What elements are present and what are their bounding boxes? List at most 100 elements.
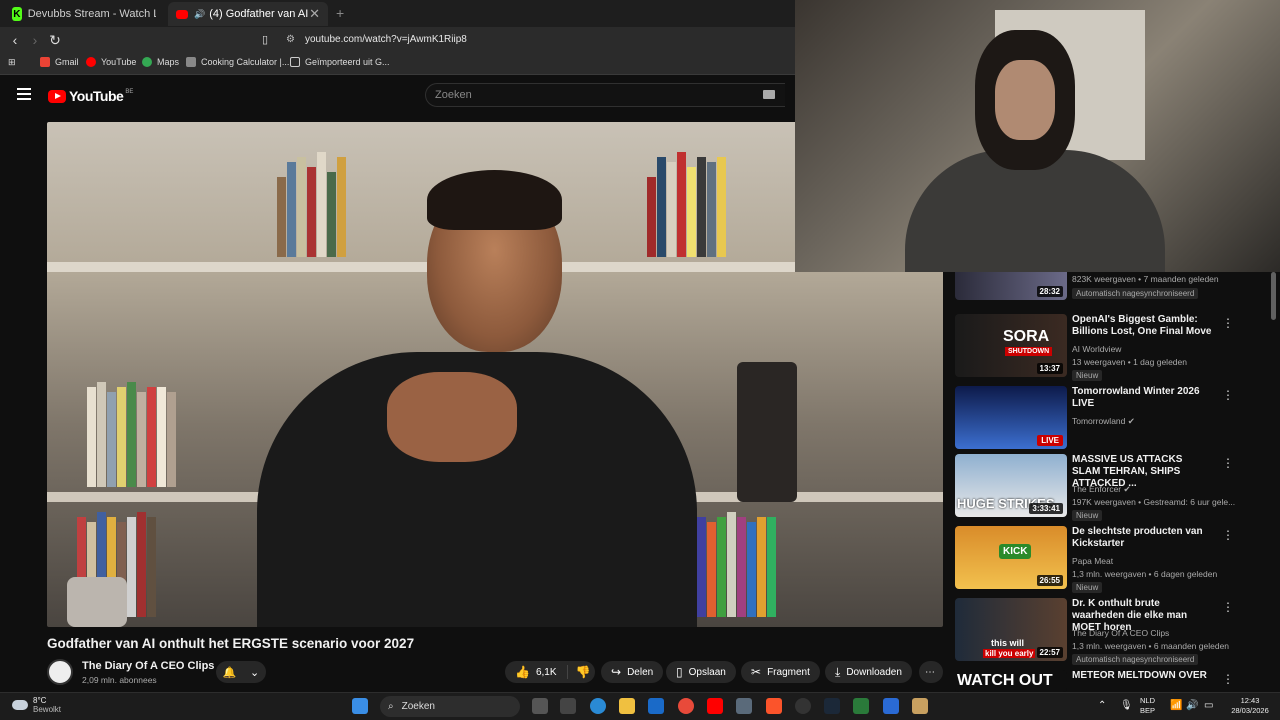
video-title[interactable]: METEOR MELTDOWN OVER bbox=[1072, 670, 1212, 682]
search-icon: ⌕ bbox=[388, 701, 394, 712]
microphone-icon[interactable]: 🎙 bbox=[1120, 701, 1133, 711]
channel-name[interactable]: Tomorrowland ✔ bbox=[1072, 416, 1135, 427]
youtube-icon bbox=[86, 57, 96, 67]
kick-favicon-icon: K bbox=[12, 7, 22, 21]
close-tab-icon[interactable]: ✕ bbox=[309, 6, 320, 22]
site-info-icon[interactable]: ⚙ bbox=[286, 34, 295, 45]
brave-icon[interactable] bbox=[766, 698, 782, 714]
more-options-icon[interactable]: ⋮ bbox=[1222, 456, 1234, 470]
video-thumbnail[interactable]: HUGE STRIKES 3:33:41 bbox=[955, 454, 1067, 517]
new-tab-button[interactable]: + bbox=[336, 5, 344, 21]
list-item[interactable]: HUGE STRIKES 3:33:41 MASSIVE US ATTACKS … bbox=[955, 454, 1255, 521]
video-title[interactable]: OpenAI's Biggest Gamble: Billions Lost, … bbox=[1072, 314, 1212, 338]
forward-icon[interactable]: › bbox=[26, 31, 44, 49]
save-button[interactable]: ▯ Opslaan bbox=[666, 661, 736, 683]
auto-dubbed-badge: Automatisch nagesynchroniseerd bbox=[1072, 288, 1199, 299]
more-options-icon[interactable]: ⋮ bbox=[1222, 600, 1234, 614]
channel-name[interactable]: The Enforcer ✔ bbox=[1072, 484, 1131, 495]
apps-grid-icon[interactable]: ⊞ bbox=[8, 57, 16, 68]
app-icon[interactable] bbox=[883, 698, 899, 714]
video-thumbnail[interactable]: KICK 26:55 bbox=[955, 526, 1067, 589]
list-item[interactable]: this will kill you early 22:57 Dr. K ont… bbox=[955, 598, 1255, 665]
app-icon[interactable] bbox=[912, 698, 928, 714]
like-button[interactable]: 👍 6,1K bbox=[505, 665, 568, 679]
edge-icon[interactable] bbox=[590, 698, 606, 714]
obs-icon[interactable] bbox=[795, 698, 811, 714]
url-field[interactable]: youtube.com/watch?v=jAwmK1Riip8 bbox=[305, 34, 467, 45]
youtube-header: YouTube BE Zoeken bbox=[0, 76, 795, 116]
weather-widget[interactable]: 8°C Bewolkt bbox=[12, 696, 61, 714]
list-item[interactable]: KICK 26:55 De slechtste producten van Ki… bbox=[955, 526, 1255, 593]
bookmark-icon[interactable]: ▯ bbox=[256, 31, 274, 49]
sidebar-scrollbar[interactable] bbox=[1271, 272, 1276, 320]
chrome-icon[interactable] bbox=[678, 698, 694, 714]
youtube-favicon-icon bbox=[176, 9, 188, 19]
download-button[interactable]: ⤓ Downloaden bbox=[825, 661, 912, 683]
share-button[interactable]: ↪ Delen bbox=[601, 661, 664, 683]
verified-icon: ✔ bbox=[1127, 416, 1135, 426]
language-indicator[interactable]: NLD BEP bbox=[1140, 696, 1155, 716]
store-icon[interactable] bbox=[560, 698, 576, 714]
more-actions-button[interactable]: ⋯ bbox=[919, 661, 943, 683]
dislike-button[interactable]: 👎 bbox=[568, 665, 599, 679]
app-icon[interactable] bbox=[853, 698, 869, 714]
calculator-icon[interactable] bbox=[736, 698, 752, 714]
clock[interactable]: 12:43 28/03/2026 bbox=[1228, 696, 1272, 716]
books bbox=[647, 152, 727, 257]
bookmark-gmail[interactable]: Gmail bbox=[40, 57, 79, 67]
tab-title: (4) Godfather van AI onthult h bbox=[209, 8, 309, 20]
channel-name[interactable]: The Diary Of A CEO Clips bbox=[1072, 628, 1169, 638]
bookmark-cooking-calculator[interactable]: Cooking Calculator |... bbox=[186, 57, 289, 67]
share-icon: ↪ bbox=[611, 665, 622, 679]
channel-name[interactable]: AI Worldview bbox=[1072, 344, 1121, 354]
mail-icon[interactable] bbox=[648, 698, 664, 714]
back-icon[interactable]: ‹ bbox=[6, 31, 24, 49]
reload-icon[interactable]: ↻ bbox=[46, 31, 64, 49]
windows-taskbar: 8°C Bewolkt ⌕ Zoeken ⌃ 🎙 NLD BEP 📶 🔊 ▭ 12… bbox=[0, 692, 1280, 720]
more-options-icon[interactable]: ⋮ bbox=[1222, 388, 1234, 402]
bookmark-imported-folder[interactable]: Geïmporteerd uit G... bbox=[290, 57, 390, 67]
video-thumbnail[interactable]: LIVE bbox=[955, 386, 1067, 449]
windows-start-icon[interactable] bbox=[352, 698, 368, 714]
tray-chevron-icon[interactable]: ⌃ bbox=[1098, 701, 1106, 711]
keyboard-icon[interactable] bbox=[763, 90, 775, 99]
list-item[interactable]: 28:32 823K weergaven • 7 maanden geleden… bbox=[955, 272, 1255, 312]
video-thumbnail[interactable]: 28:32 bbox=[955, 272, 1067, 300]
steam-icon[interactable] bbox=[824, 698, 840, 714]
file-explorer-icon[interactable] bbox=[619, 698, 635, 714]
more-options-icon[interactable]: ⋮ bbox=[1222, 316, 1234, 330]
tab-kick-stream[interactable]: K Devubbs Stream - Watch Live on Kick bbox=[4, 2, 164, 26]
taskbar-search[interactable]: ⌕ Zoeken bbox=[380, 696, 520, 717]
video-thumbnail[interactable]: WATCH OUT bbox=[955, 670, 1067, 692]
volume-icon[interactable]: 🔊 bbox=[1186, 701, 1198, 711]
channel-name[interactable]: The Diary Of A CEO Clips bbox=[82, 660, 214, 672]
video-title[interactable]: De slechtste producten van Kickstarter bbox=[1072, 526, 1212, 550]
bookmark-youtube[interactable]: YouTube bbox=[86, 57, 136, 67]
more-options-icon[interactable]: ⋮ bbox=[1222, 672, 1234, 686]
battery-icon[interactable]: ▭ bbox=[1204, 701, 1213, 711]
more-options-icon[interactable]: ⋮ bbox=[1222, 528, 1234, 542]
youtube-logo[interactable]: YouTube BE bbox=[48, 88, 133, 104]
list-item[interactable]: WATCH OUT METEOR MELTDOWN OVER ⋮ bbox=[955, 670, 1255, 692]
notification-bell-button[interactable]: 🔔 ⌄ bbox=[216, 661, 266, 683]
channel-name[interactable]: Papa Meat bbox=[1072, 556, 1113, 566]
person-hair bbox=[427, 170, 562, 230]
list-item[interactable]: SORA SHUTDOWN 13:37 OpenAI's Biggest Gam… bbox=[955, 314, 1255, 381]
task-view-icon[interactable] bbox=[532, 698, 548, 714]
tab-youtube-video[interactable]: 🔊 (4) Godfather van AI onthult h ✕ bbox=[168, 2, 328, 26]
speaker-icon: 🔊 bbox=[193, 8, 206, 19]
verified-icon: ✔ bbox=[1123, 484, 1131, 494]
channel-avatar[interactable] bbox=[47, 659, 73, 685]
thumbs-down-icon: 👎 bbox=[575, 665, 591, 679]
list-item[interactable]: LIVE Tomorrowland Winter 2026 LIVE Tomor… bbox=[955, 386, 1255, 452]
youtube-icon[interactable] bbox=[707, 698, 723, 714]
wifi-icon[interactable]: 📶 bbox=[1170, 701, 1182, 711]
video-title[interactable]: Tomorrowland Winter 2026 LIVE bbox=[1072, 386, 1212, 410]
video-thumbnail[interactable]: this will kill you early 22:57 bbox=[955, 598, 1067, 661]
clip-button[interactable]: ✂ Fragment bbox=[741, 661, 820, 683]
bookmark-maps[interactable]: Maps bbox=[142, 57, 179, 67]
menu-icon[interactable] bbox=[17, 88, 31, 100]
video-thumbnail[interactable]: SORA SHUTDOWN 13:37 bbox=[955, 314, 1067, 377]
search-input[interactable]: Zoeken bbox=[425, 83, 785, 107]
webcam-overlay bbox=[795, 0, 1280, 272]
